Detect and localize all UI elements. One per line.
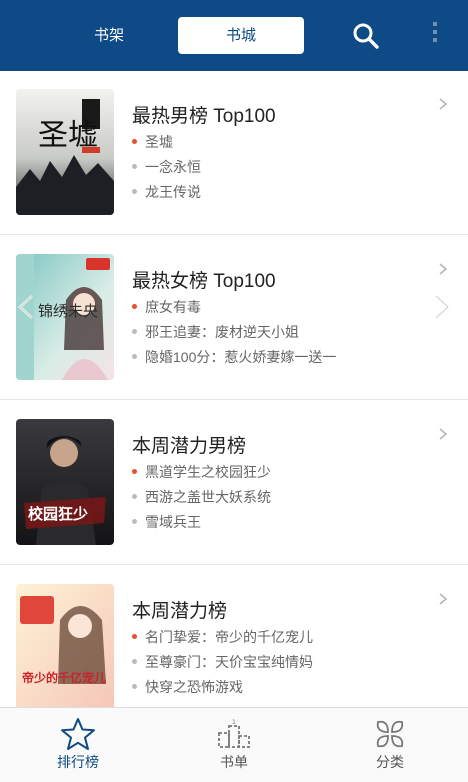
ranking-book-2[interactable]: 邪王追妻：废材逆天小姐 — [132, 322, 299, 342]
ranking-book-3[interactable]: 雪域兵王 — [132, 512, 201, 532]
nav-ranking[interactable]: 排行榜 — [0, 708, 156, 782]
podium-icon: 1 — [218, 719, 250, 748]
ranking-book-1[interactable]: 黑道学生之校园狂少 — [132, 462, 271, 482]
category-grid-icon — [376, 720, 404, 748]
book-cover: 帝少的千亿宠儿 — [16, 584, 114, 707]
cover-title: 帝少的千亿宠儿 — [22, 670, 106, 685]
ranking-book-2[interactable]: 一念永恒 — [132, 157, 201, 177]
chevron-right-icon — [439, 428, 448, 440]
nav-booklist-label: 书单 — [220, 754, 248, 770]
ranking-book-3[interactable]: 快穿之恐怖游戏 — [132, 677, 243, 697]
chevron-left-icon[interactable] — [14, 292, 40, 322]
nav-ranking-label: 排行榜 — [57, 754, 99, 770]
ranking-title: 本周潜力榜 — [132, 601, 228, 622]
book-cover: 圣墟 — [16, 89, 114, 215]
ranking-book-3[interactable]: 隐婚100分：惹火娇妻嫁一送一 — [132, 347, 336, 367]
cover-title: 锦绣未央 — [38, 302, 98, 320]
ranking-title: 最热女榜 Top100 — [132, 271, 276, 292]
svg-text:1: 1 — [232, 719, 236, 726]
chevron-right-icon[interactable] — [428, 292, 454, 322]
ranking-book-2[interactable]: 至尊豪门：天价宝宝纯情妈 — [132, 652, 313, 672]
star-icon — [61, 718, 95, 750]
ranking-row[interactable]: 圣墟 最热男榜 Top100 圣墟 一念永恒 龙王传说 — [0, 71, 468, 235]
tab-bookstore[interactable]: 书城 — [178, 17, 304, 54]
ranking-book-1[interactable]: 名门挚爱：帝少的千亿宠儿 — [132, 627, 313, 647]
book-cover: 校园狂少 — [16, 419, 114, 545]
ranking-book-2[interactable]: 西游之盖世大妖系统 — [132, 487, 271, 507]
search-icon[interactable] — [350, 20, 382, 52]
ranking-title: 最热男榜 Top100 — [132, 106, 276, 127]
nav-category-label: 分类 — [376, 754, 404, 770]
ranking-book-1[interactable]: 圣墟 — [132, 132, 173, 152]
top-header: 书架 书城 — [0, 0, 468, 71]
bottom-nav: 排行榜 1 书单 分类 — [0, 707, 468, 782]
ranking-row[interactable]: 帝少的千亿宠儿 本周潜力榜 名门挚爱：帝少的千亿宠儿 至尊豪门：天价宝宝纯情妈 … — [0, 566, 468, 707]
ranking-title: 本周潜力男榜 — [132, 436, 247, 457]
ranking-row[interactable]: 校园狂少 本周潜力男榜 黑道学生之校园狂少 西游之盖世大妖系统 雪域兵王 — [0, 401, 468, 565]
ranking-book-1[interactable]: 庶女有毒 — [132, 297, 201, 317]
chevron-right-icon — [439, 263, 448, 275]
ranking-list: 圣墟 最热男榜 Top100 圣墟 一念永恒 龙王传说 锦绣未央 最热女榜 To… — [0, 71, 468, 707]
cover-title: 校园狂少 — [28, 505, 88, 523]
ranking-book-3[interactable]: 龙王传说 — [132, 182, 201, 202]
chevron-right-icon — [439, 593, 448, 605]
tab-bookshelf[interactable]: 书架 — [64, 18, 154, 54]
more-vertical-icon[interactable] — [428, 18, 442, 54]
chevron-right-icon — [439, 98, 448, 110]
ranking-row[interactable]: 锦绣未央 最热女榜 Top100 庶女有毒 邪王追妻：废材逆天小姐 隐婚100分… — [0, 236, 468, 400]
nav-category[interactable]: 分类 — [312, 708, 468, 782]
nav-booklist[interactable]: 1 书单 — [156, 708, 312, 782]
